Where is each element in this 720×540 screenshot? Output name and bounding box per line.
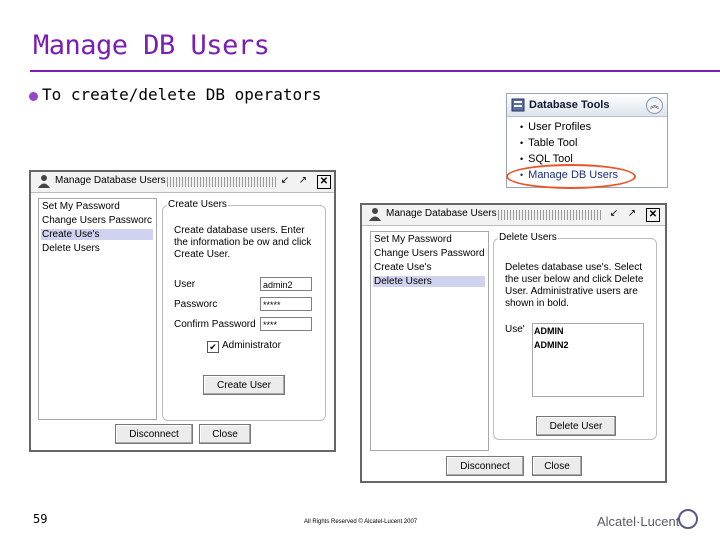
window-titlebar[interactable]: Manage Database Users ↙ ↗ ✕ bbox=[31, 172, 334, 193]
maximize-icon[interactable]: ↗ bbox=[626, 208, 638, 220]
close-icon[interactable]: ✕ bbox=[646, 208, 660, 222]
delete-user-button[interactable]: Delete User bbox=[536, 416, 616, 436]
maximize-icon[interactable]: ↗ bbox=[297, 175, 309, 187]
user-label: User bbox=[174, 279, 196, 290]
highlight-oval bbox=[506, 164, 636, 189]
slide-title: Manage DB Users bbox=[33, 30, 270, 61]
bullet-text: To create/delete DB operators bbox=[42, 85, 322, 104]
group-description: Create database users. Enter the informa… bbox=[174, 225, 312, 260]
minimize-icon[interactable]: ↙ bbox=[608, 208, 620, 220]
group-description: Deletes database use's. Select the user … bbox=[505, 262, 644, 309]
users-label: Use' bbox=[505, 324, 525, 335]
menu-item-label: User Profiles bbox=[528, 121, 592, 133]
password-field[interactable]: ***** bbox=[260, 297, 312, 311]
action-list: Set My Password Change Users Passworc Cr… bbox=[38, 198, 157, 420]
administrator-label: Administrator bbox=[222, 340, 281, 351]
confirm-password-label: Confirm Password bbox=[174, 319, 256, 330]
copyright-text: All Rights Reserved © Alcatel-Lucent 200… bbox=[304, 519, 418, 525]
window-titlebar[interactable]: Manage Database Users ↙ ↗ ✕ bbox=[362, 205, 665, 226]
action-set-password[interactable]: Set My Password bbox=[41, 201, 121, 212]
action-set-password[interactable]: Set My Password bbox=[373, 234, 453, 245]
create-users-window: Manage Database Users ↙ ↗ ✕ Set My Passw… bbox=[29, 170, 336, 452]
titlebar-grip bbox=[498, 210, 602, 220]
group-title: Delete Users bbox=[498, 232, 558, 243]
window-title: Manage Database Users bbox=[386, 208, 497, 219]
database-icon bbox=[511, 98, 525, 112]
titlebar-grip bbox=[167, 177, 277, 187]
company-logo-text: Alcatel·Lucent bbox=[597, 514, 680, 529]
password-label: Passworc bbox=[174, 299, 218, 310]
close-button[interactable]: Close bbox=[199, 424, 251, 444]
close-icon[interactable]: ✕ bbox=[317, 175, 331, 189]
bullet-icon bbox=[29, 92, 38, 101]
delete-users-group: Delete Users Deletes database use's. Sel… bbox=[493, 232, 657, 440]
confirm-password-field[interactable]: **** bbox=[260, 317, 312, 331]
database-tools-panel: Database Tools ︽ • User Profiles • Table T… bbox=[506, 93, 668, 189]
page-number: 59 bbox=[33, 512, 48, 526]
action-delete-users[interactable]: Delete Users bbox=[41, 243, 101, 254]
user-field[interactable]: admin2 bbox=[260, 277, 312, 291]
menu-item-user-profiles[interactable]: • User Profiles bbox=[520, 121, 591, 133]
action-change-password[interactable]: Change Users Password bbox=[373, 248, 486, 259]
menu-item-table-tool[interactable]: • Table Tool bbox=[520, 137, 578, 149]
users-list: ADMIN ADMIN2 bbox=[532, 323, 644, 397]
create-user-button[interactable]: Create User bbox=[203, 375, 285, 395]
company-logo-icon bbox=[678, 509, 698, 529]
create-users-group: Create Users Create database users. Ente… bbox=[162, 199, 326, 421]
user-icon bbox=[38, 175, 50, 188]
action-change-password[interactable]: Change Users Passworc bbox=[41, 215, 153, 226]
group-title: Create Users bbox=[167, 199, 228, 210]
administrator-checkbox[interactable]: ✔ bbox=[207, 341, 219, 353]
action-create-users[interactable]: Create Use's bbox=[41, 229, 153, 240]
menu-item-label: Table Tool bbox=[528, 137, 578, 149]
action-list: Set My Password Change Users Password Cr… bbox=[370, 231, 489, 451]
database-tools-title: Database Tools bbox=[529, 99, 610, 111]
database-tools-header[interactable]: Database Tools ︽ bbox=[507, 94, 667, 117]
delete-users-window: Manage Database Users ↙ ↗ ✕ Set My Passw… bbox=[360, 203, 667, 483]
title-divider bbox=[30, 70, 720, 72]
disconnect-button[interactable]: Disconnect bbox=[115, 424, 193, 444]
minimize-icon[interactable]: ↙ bbox=[279, 175, 291, 187]
user-item-admin2[interactable]: ADMIN2 bbox=[534, 340, 569, 350]
user-item-admin[interactable]: ADMIN bbox=[534, 326, 564, 336]
collapse-icon[interactable]: ︽ bbox=[646, 97, 663, 114]
window-title: Manage Database Users bbox=[55, 175, 166, 186]
user-icon bbox=[369, 208, 381, 221]
disconnect-button[interactable]: Disconnect bbox=[446, 456, 524, 476]
action-delete-users[interactable]: Delete Users bbox=[373, 276, 485, 287]
close-button[interactable]: Close bbox=[532, 456, 582, 476]
action-create-users[interactable]: Create Use's bbox=[373, 262, 433, 273]
